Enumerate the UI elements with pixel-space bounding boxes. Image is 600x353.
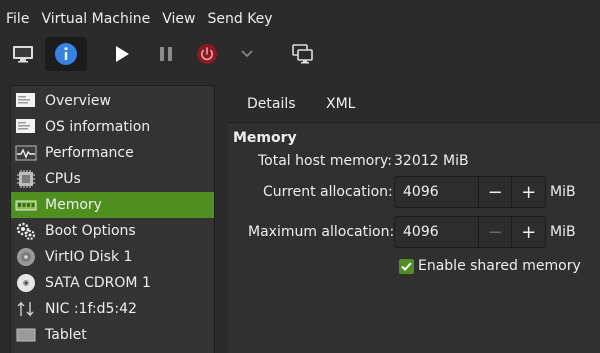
checkmark-icon <box>401 262 412 271</box>
console-button[interactable] <box>2 37 44 71</box>
monitor-icon <box>13 46 33 63</box>
sidebar-item-partial <box>15 348 37 353</box>
tab-bar: Details XML <box>228 85 600 123</box>
sidebar-item-label: Memory <box>45 197 102 213</box>
boot-options-icon <box>16 222 35 240</box>
performance-icon <box>15 145 37 161</box>
sidebar-item-tablet[interactable]: Tablet <box>11 322 214 348</box>
power-icon <box>197 44 217 64</box>
sidebar-item-label: Performance <box>45 145 134 161</box>
nic-icon <box>17 301 34 317</box>
maximum-unit-label: MiB <box>550 224 576 240</box>
sidebar-item-performance[interactable]: Performance <box>11 140 214 166</box>
shared-memory-checkbox[interactable] <box>399 259 414 274</box>
pause-button[interactable] <box>145 37 187 71</box>
current-allocation-spinbox: 4096 − + <box>394 176 546 208</box>
chevron-down-icon <box>241 50 253 58</box>
sidebar-item-label: Overview <box>45 93 111 109</box>
sidebar-item-virtio-disk-1[interactable]: VirtIO Disk 1 <box>11 244 214 270</box>
current-unit-label: MiB <box>550 184 576 200</box>
menu-virtual-machine[interactable]: Virtual Machine <box>35 0 156 36</box>
snapshots-button[interactable] <box>282 37 324 71</box>
disk-icon <box>17 248 35 266</box>
maximum-allocation-input[interactable]: 4096 <box>395 217 478 247</box>
sidebar-item-overview[interactable]: Overview <box>11 88 214 114</box>
sidebar-item-label: SATA CDROM 1 <box>45 275 151 291</box>
run-button[interactable] <box>101 37 143 71</box>
sidebar-item-sata-cdrom-1[interactable]: SATA CDROM 1 <box>11 270 214 296</box>
hardware-list: Overview OS information Performance CPUs… <box>10 85 215 353</box>
current-allocation-input[interactable]: 4096 <box>395 177 478 207</box>
menu-bar: File Virtual Machine View Send Key <box>0 0 600 36</box>
sidebar-item-label: Boot Options <box>45 223 136 239</box>
sidebar-item-label: VirtIO Disk 1 <box>45 249 133 265</box>
section-title: Memory <box>233 130 297 146</box>
toolbar <box>0 36 600 72</box>
maximum-allocation-spinbox: 4096 − + <box>394 216 546 248</box>
menu-file[interactable]: File <box>0 0 35 36</box>
tab-xml[interactable]: XML <box>326 85 355 123</box>
maximum-increment-button[interactable]: + <box>511 217 545 247</box>
memory-icon <box>15 200 37 211</box>
overview-icon <box>16 93 35 107</box>
pause-icon <box>160 47 172 61</box>
current-decrement-button[interactable]: − <box>477 177 512 207</box>
sidebar-item-label: OS information <box>45 119 151 135</box>
current-allocation-label: Current allocation: <box>263 184 393 200</box>
cpu-icon <box>17 170 35 188</box>
sidebar-item-nic[interactable]: NIC :1f:d5:42 <box>11 296 214 322</box>
tablet-icon <box>16 328 36 342</box>
total-memory-label: Total host memory: <box>258 153 393 169</box>
sidebar-item-label: CPUs <box>45 171 81 187</box>
shutdown-menu-button[interactable] <box>226 37 268 71</box>
shutdown-button[interactable] <box>186 37 228 71</box>
tab-details[interactable]: Details <box>247 85 296 123</box>
sidebar-item-boot-options[interactable]: Boot Options <box>11 218 214 244</box>
sidebar-item-os-information[interactable]: OS information <box>11 114 214 140</box>
sidebar-item-label: NIC :1f:d5:42 <box>45 301 137 317</box>
details-content: Details XML Memory Total host memory: 32… <box>228 85 600 353</box>
maximum-allocation-label: Maximum allocation: <box>248 224 395 240</box>
play-icon <box>116 46 129 62</box>
sidebar-item-memory[interactable]: Memory <box>11 192 214 218</box>
info-icon <box>55 43 77 65</box>
snapshots-icon <box>292 44 313 64</box>
memory-panel: Memory Total host memory: 32012 MiB Curr… <box>228 123 600 353</box>
current-increment-button[interactable]: + <box>511 177 545 207</box>
sidebar-item-cpus[interactable]: CPUs <box>11 166 214 192</box>
details-button[interactable] <box>45 37 87 71</box>
menu-send-key[interactable]: Send Key <box>201 0 278 36</box>
maximum-decrement-button[interactable]: − <box>477 217 512 247</box>
cdrom-icon <box>17 274 35 292</box>
os-info-icon <box>16 119 35 133</box>
menu-view[interactable]: View <box>156 0 201 36</box>
sidebar-item-label: Tablet <box>45 327 87 343</box>
total-memory-value: 32012 MiB <box>394 153 469 169</box>
shared-memory-label[interactable]: Enable shared memory <box>418 256 581 276</box>
